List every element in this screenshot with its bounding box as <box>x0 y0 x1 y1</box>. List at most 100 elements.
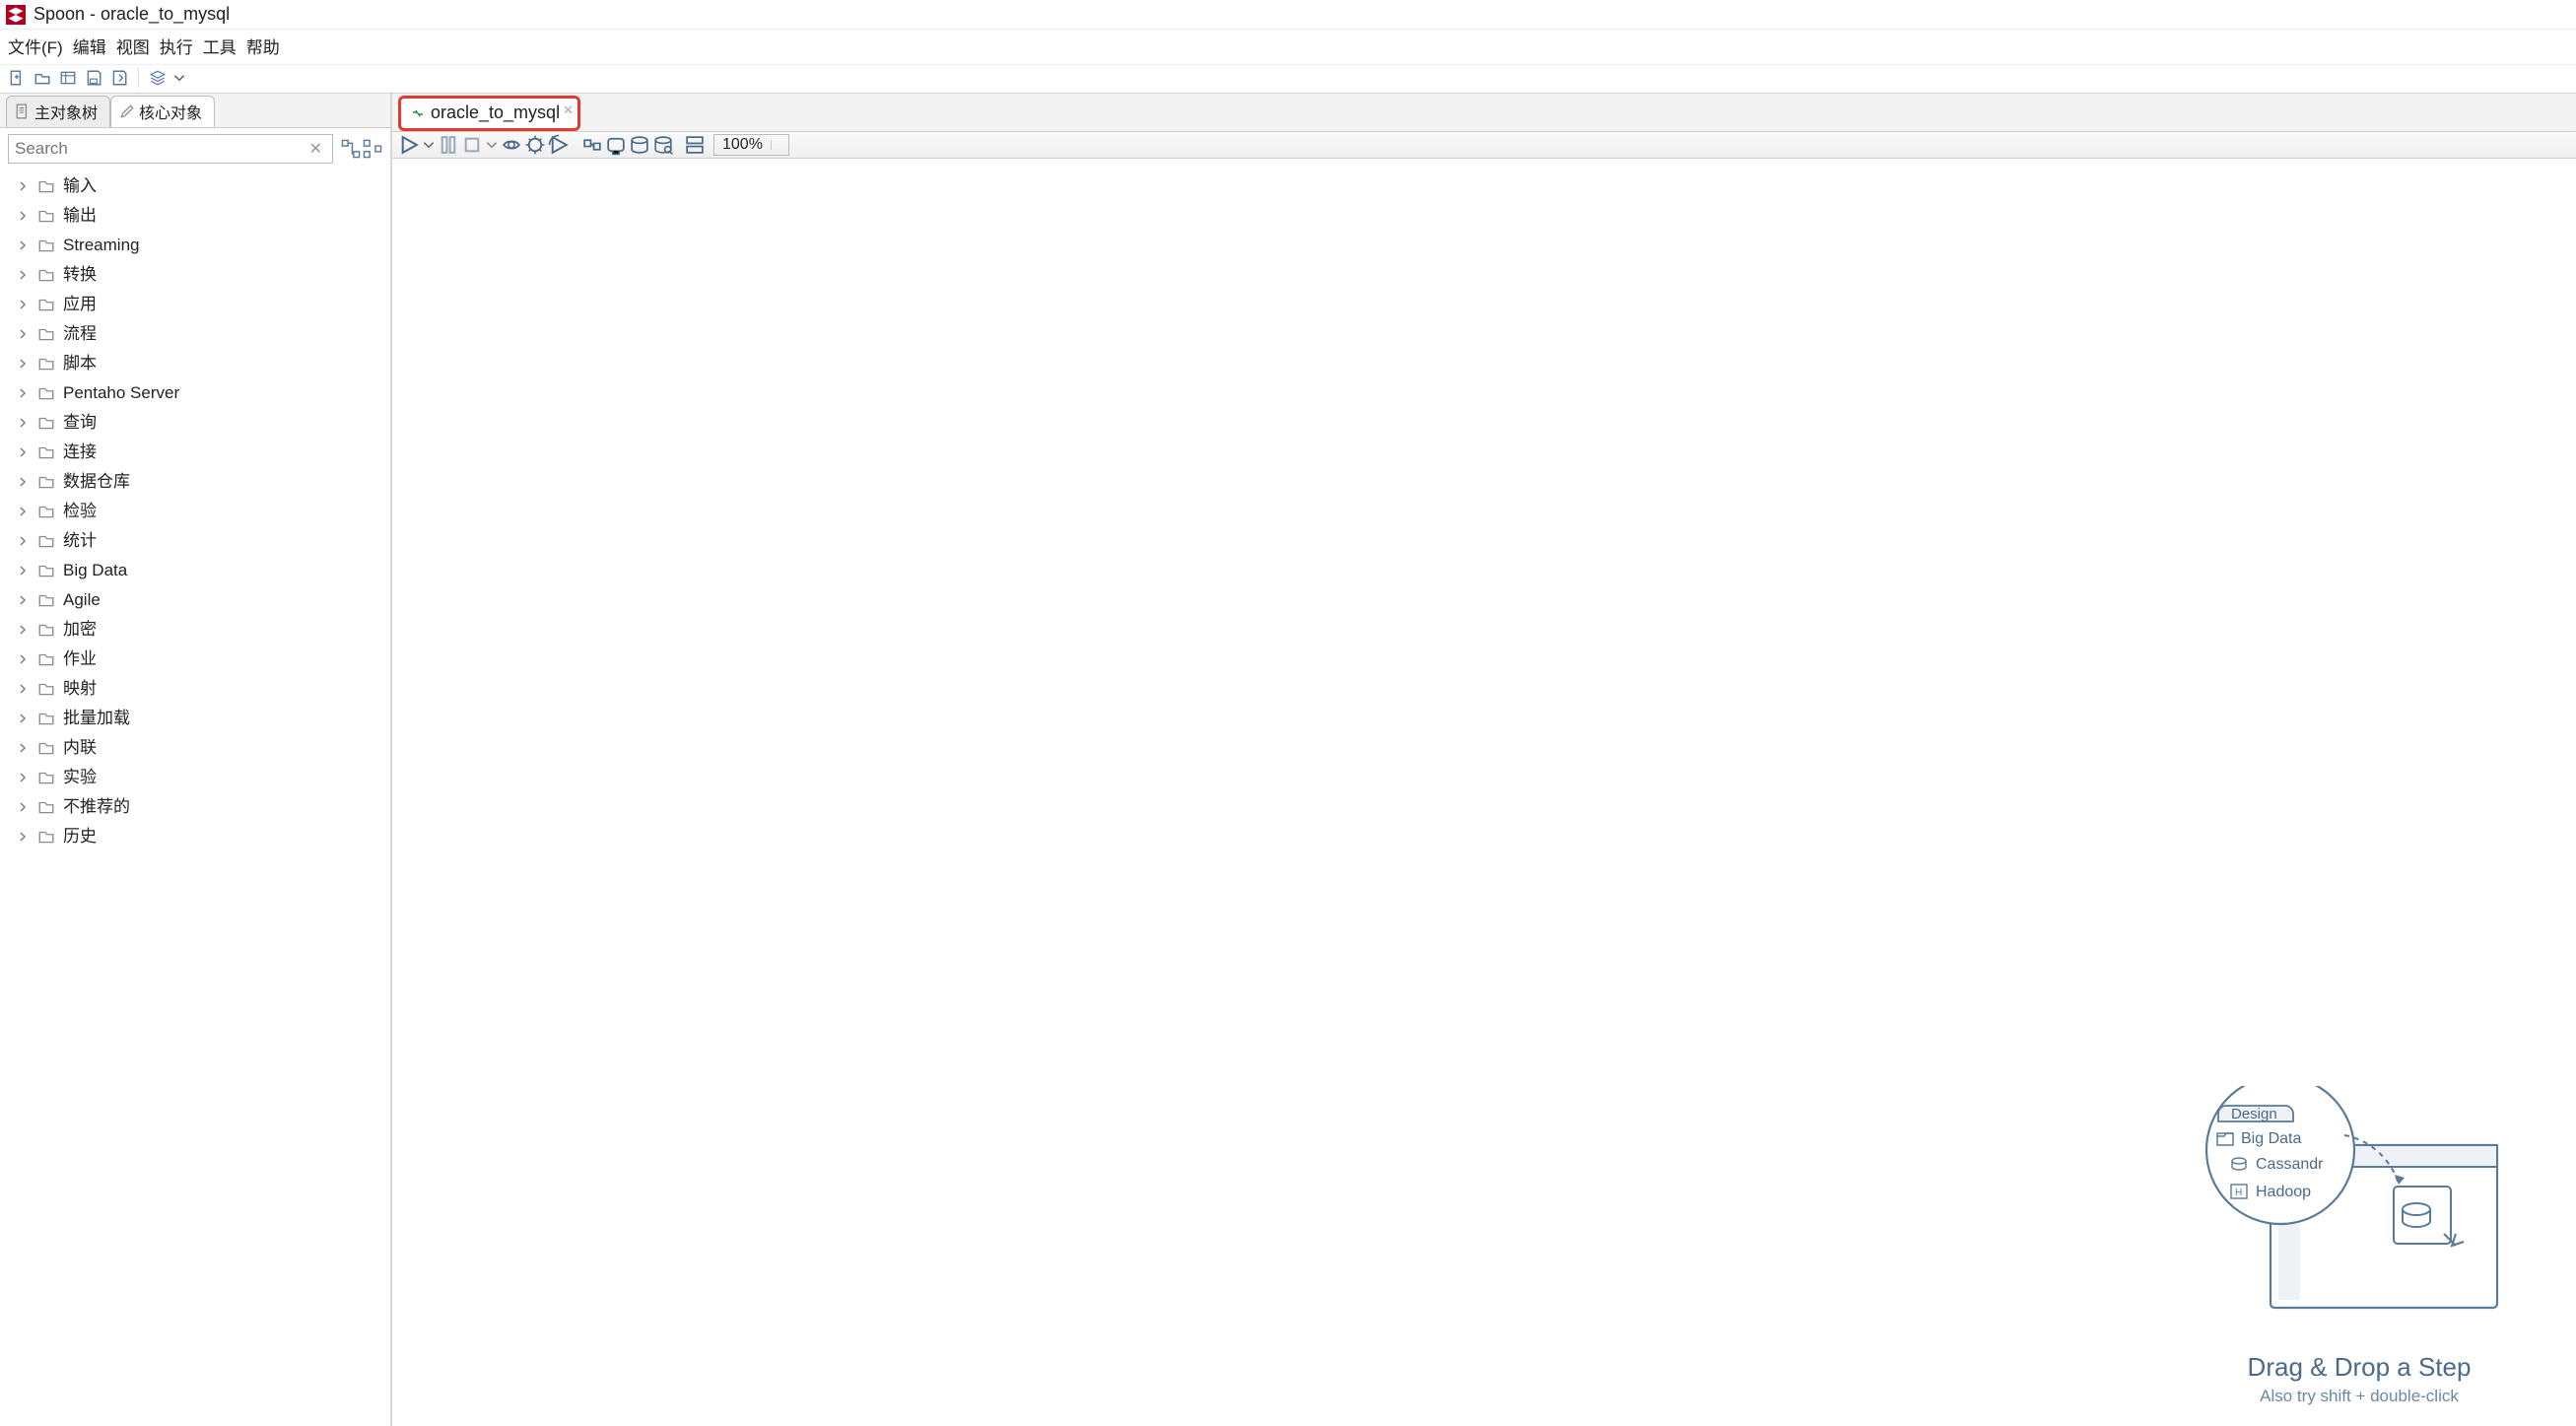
replay-icon[interactable] <box>548 134 570 156</box>
save-as-icon[interactable] <box>108 67 130 89</box>
document-icon <box>15 103 31 119</box>
document-tab-strip: oracle_to_mysql ✕ <box>392 94 2576 132</box>
tree-item-label: Big Data <box>63 558 127 583</box>
tree-item[interactable]: 应用 <box>0 290 390 319</box>
toolbar-divider <box>138 68 139 88</box>
explore-db-icon[interactable] <box>652 134 674 156</box>
tree-item[interactable]: 流程 <box>0 319 390 349</box>
tree-item[interactable]: 连接 <box>0 438 390 467</box>
chevron-right-icon <box>18 181 30 191</box>
tree-item-label: 映射 <box>63 676 97 702</box>
debug-icon[interactable] <box>524 134 546 156</box>
impact-icon[interactable] <box>605 134 627 156</box>
sql-icon[interactable] <box>629 134 650 156</box>
hint-design-label: Design <box>2231 1106 2277 1122</box>
tree-item[interactable]: 不推荐的 <box>0 792 390 822</box>
transformation-canvas[interactable]: Design Big Data Cassandr H <box>392 159 2576 1426</box>
open-file-icon[interactable] <box>32 67 53 89</box>
folder-icon <box>37 621 55 639</box>
tree-item[interactable]: 实验 <box>0 763 390 792</box>
chevron-right-icon <box>18 802 30 812</box>
tree-item-label: 实验 <box>63 765 97 790</box>
chevron-right-icon <box>18 507 30 516</box>
chevron-right-icon <box>18 625 30 635</box>
chevron-right-icon <box>18 388 30 398</box>
tree-item[interactable]: Agile <box>0 585 390 615</box>
show-results-icon[interactable] <box>684 134 706 156</box>
main-toolbar <box>0 65 2576 94</box>
hint-folder-label: Big Data <box>2241 1130 2301 1147</box>
tree-item[interactable]: 输出 <box>0 201 390 231</box>
tree-item[interactable]: 数据仓库 <box>0 467 390 497</box>
tree-item[interactable]: 查询 <box>0 408 390 438</box>
tree-item-label: 输出 <box>63 203 97 229</box>
tree-item[interactable]: 历史 <box>0 822 390 851</box>
tree-item[interactable]: 输入 <box>0 171 390 201</box>
menu-help[interactable]: 帮助 <box>246 34 280 58</box>
stop-dropdown-icon[interactable] <box>485 134 499 156</box>
new-file-icon[interactable] <box>6 67 28 89</box>
menu-view[interactable]: 视图 <box>116 34 150 58</box>
expand-all-icon[interactable] <box>341 139 361 159</box>
app-icon <box>6 5 26 25</box>
tree-item[interactable]: 加密 <box>0 615 390 645</box>
left-panel: 主对象树 核心对象 ✕ 输入输出Streaming转换应用流程脚本 Pentaho… <box>0 94 392 1426</box>
perspective-dropdown-icon[interactable] <box>172 67 186 89</box>
hint-illustration: Design Big Data Cassandr H <box>2202 1086 2517 1342</box>
tree-item-label: 检验 <box>63 499 97 524</box>
tree-item-label: 统计 <box>63 528 97 554</box>
tree-item[interactable]: 作业 <box>0 645 390 674</box>
run-options-dropdown-icon[interactable] <box>422 134 436 156</box>
perspective-icon[interactable] <box>147 67 169 89</box>
document-tab-oracle-to-mysql[interactable]: oracle_to_mysql ✕ <box>398 96 580 131</box>
folder-icon <box>37 503 55 520</box>
tab-core-objects[interactable]: 核心对象 <box>110 96 215 127</box>
menu-edit[interactable]: 编辑 <box>73 34 106 58</box>
search-input-container: ✕ <box>8 134 333 164</box>
tree-item[interactable]: 映射 <box>0 674 390 704</box>
explore-repo-icon[interactable] <box>57 67 79 89</box>
folder-icon <box>37 828 55 846</box>
tab-main-object-tree[interactable]: 主对象树 <box>6 96 110 127</box>
preview-icon[interactable] <box>501 134 522 156</box>
tree-item-label: 内联 <box>63 735 97 761</box>
tree-item[interactable]: 内联 <box>0 733 390 763</box>
left-tab-strip: 主对象树 核心对象 <box>0 94 390 128</box>
folder-icon <box>37 798 55 816</box>
tree-item-label: 数据仓库 <box>63 469 130 495</box>
tree-item[interactable]: Streaming <box>0 231 390 260</box>
clear-search-icon[interactable]: ✕ <box>305 139 326 159</box>
pause-icon[interactable] <box>438 134 459 156</box>
tree-item[interactable]: 批量加载 <box>0 704 390 733</box>
close-tab-icon[interactable]: ✕ <box>563 102 574 118</box>
folder-icon <box>37 739 55 757</box>
tree-item[interactable]: 统计 <box>0 526 390 556</box>
chevron-right-icon <box>18 447 30 457</box>
menu-tools[interactable]: 工具 <box>203 34 237 58</box>
tree-item-label: 查询 <box>63 410 97 436</box>
folder-icon <box>37 207 55 225</box>
chevron-right-icon <box>18 536 30 546</box>
tree-item[interactable]: Pentaho Server <box>0 378 390 408</box>
zoom-selector[interactable]: 100% <box>713 134 789 156</box>
chevron-right-icon <box>18 359 30 369</box>
search-input[interactable] <box>15 139 305 159</box>
chevron-right-icon <box>18 240 30 250</box>
tree-item[interactable]: Big Data <box>0 556 390 585</box>
save-icon[interactable] <box>83 67 104 89</box>
stop-icon[interactable] <box>461 134 483 156</box>
tree-item-label: 脚本 <box>63 351 97 376</box>
menu-run[interactable]: 执行 <box>160 34 193 58</box>
tree-item-label: Pentaho Server <box>63 380 179 406</box>
zoom-dropdown-icon[interactable] <box>771 140 788 150</box>
tree-item[interactable]: 检验 <box>0 497 390 526</box>
run-icon[interactable] <box>398 134 420 156</box>
verify-icon[interactable] <box>581 134 603 156</box>
tree-item[interactable]: 转换 <box>0 260 390 290</box>
collapse-all-icon[interactable] <box>363 139 382 159</box>
folder-icon <box>37 443 55 461</box>
hint-title: Drag & Drop a Step <box>2202 1352 2517 1383</box>
folder-icon <box>37 680 55 698</box>
tree-item[interactable]: 脚本 <box>0 349 390 378</box>
menu-file[interactable]: 文件(F) <box>8 34 63 58</box>
